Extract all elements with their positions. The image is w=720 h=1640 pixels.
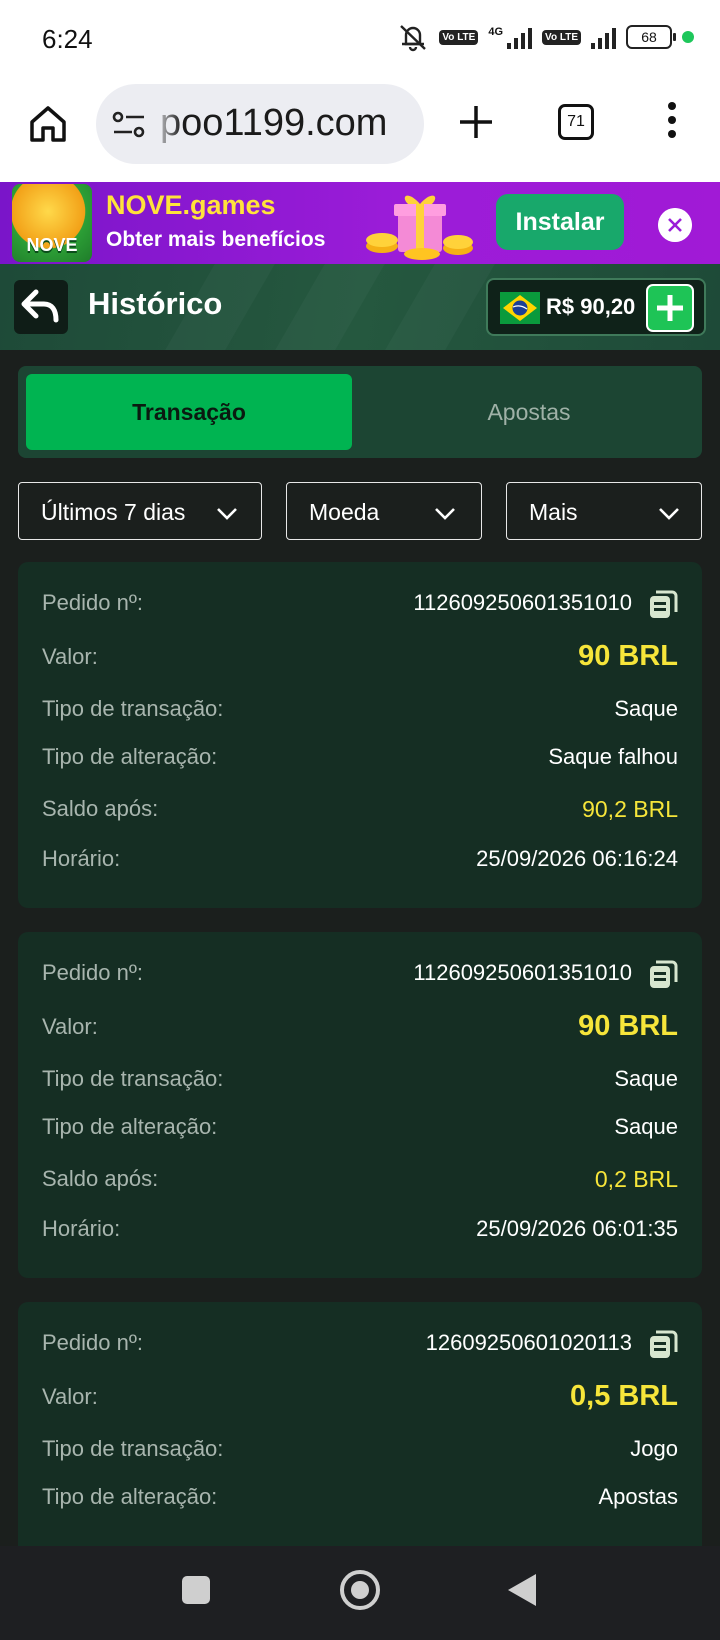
more-filter[interactable]: Mais xyxy=(506,482,702,540)
gift-coins-icon xyxy=(366,195,473,260)
period-filter[interactable]: Últimos 7 dias xyxy=(18,482,262,540)
value-row: Valor: 90 BRL xyxy=(42,640,678,672)
transaction-time: 25/09/2026 06:01:35 xyxy=(476,1216,678,1241)
change-type: Saque xyxy=(614,1114,678,1139)
transaction-type-row: Tipo de transação: Saque xyxy=(42,1066,678,1091)
brazil-flag-icon xyxy=(500,292,540,324)
back-button[interactable] xyxy=(14,280,68,334)
more-menu-icon[interactable] xyxy=(664,102,680,146)
status-bar: 6:24 Vo LTE 4G Vo LTE 68 xyxy=(0,0,720,80)
system-nav-bar xyxy=(0,1546,720,1640)
browser-toolbar: poo1199.com 71 xyxy=(0,80,720,182)
close-banner-icon[interactable] xyxy=(658,208,692,242)
transaction-type-row: Tipo de transação: Saque xyxy=(42,696,678,721)
transaction-type: Jogo xyxy=(630,1436,678,1461)
address-bar[interactable]: poo1199.com xyxy=(96,84,424,164)
order-number: 12609250601020113 xyxy=(425,1330,632,1355)
new-tab-icon[interactable] xyxy=(456,102,496,142)
time-row: Horário: 25/09/2026 06:01:35 xyxy=(42,1216,678,1241)
change-type: Apostas xyxy=(598,1484,679,1509)
plus-icon xyxy=(657,295,683,321)
order-number: 112609250601351010 xyxy=(413,590,632,615)
chevron-down-icon xyxy=(217,508,237,520)
url-text: poo1199.com xyxy=(160,102,388,144)
history-content: Transação Apostas Últimos 7 dias Moeda M… xyxy=(0,350,720,1546)
back-arrow-icon xyxy=(21,289,59,323)
volte-icon: Vo LTE xyxy=(439,29,479,45)
balance-widget: R$ 90,20 xyxy=(486,278,706,336)
tab-apostas[interactable]: Apostas xyxy=(366,374,692,450)
promo-subtitle: Obter mais benefícios xyxy=(106,228,326,251)
balance-after-row: Saldo após: 90,2 BRL xyxy=(42,796,678,822)
status-time: 6:24 xyxy=(42,24,93,54)
page-title: Histórico xyxy=(88,286,223,321)
copy-icon[interactable] xyxy=(648,1328,678,1360)
period-filter-label: Últimos 7 dias xyxy=(41,499,186,525)
recents-icon[interactable] xyxy=(182,1576,210,1604)
value-row: Valor: 0,5 BRL xyxy=(42,1380,678,1412)
status-icons: Vo LTE 4G Vo LTE 68 xyxy=(397,22,694,52)
transaction-value: 90 BRL xyxy=(578,640,678,672)
transaction-value: 90 BRL xyxy=(578,1010,678,1042)
time-row: Horário: 25/09/2026 06:16:24 xyxy=(42,846,678,871)
transaction-type-row: Tipo de transação: Jogo xyxy=(42,1436,678,1461)
nove-games-logo: NOVE xyxy=(12,184,92,262)
balance-amount: R$ 90,20 xyxy=(546,294,636,319)
balance-after: 0,2 BRL xyxy=(594,1166,678,1192)
tab-transacao[interactable]: Transação xyxy=(26,374,352,450)
tab-switcher-button[interactable]: 71 xyxy=(558,104,594,140)
signal-strength-icon xyxy=(507,25,533,49)
privacy-indicator xyxy=(682,31,694,43)
transaction-card: Pedido nº: 112609250601351010 Valor: 90 … xyxy=(18,932,702,1278)
order-row: Pedido nº: 112609250601351010 xyxy=(42,960,678,990)
deposit-button[interactable] xyxy=(646,284,694,332)
transaction-value: 0,5 BRL xyxy=(570,1380,678,1412)
signal-strength-icon-2 xyxy=(591,25,616,49)
volte-icon-2: Vo LTE xyxy=(542,29,581,45)
home-nav-icon[interactable] xyxy=(340,1570,380,1610)
change-type-row: Tipo de alteração: Saque xyxy=(42,1114,678,1139)
order-number: 112609250601351010 xyxy=(413,960,632,985)
transaction-card: Pedido nº: 12609250601020113 Valor: 0,5 … xyxy=(18,1302,702,1546)
transaction-type: Saque xyxy=(614,1066,678,1091)
promo-title: NOVE.games xyxy=(106,190,276,220)
site-settings-icon[interactable] xyxy=(112,110,146,140)
currency-filter[interactable]: Moeda xyxy=(286,482,482,540)
copy-icon[interactable] xyxy=(648,588,678,620)
transaction-card: Pedido nº: 112609250601351010 Valor: 90 … xyxy=(18,562,702,908)
change-type: Saque falhou xyxy=(548,744,678,769)
balance-after: 90,2 BRL xyxy=(582,796,678,822)
chevron-down-icon xyxy=(659,508,679,520)
chevron-down-icon xyxy=(435,508,455,520)
copy-icon[interactable] xyxy=(648,958,678,990)
more-filter-label: Mais xyxy=(529,499,578,525)
install-button[interactable]: Instalar xyxy=(496,194,624,250)
currency-filter-label: Moeda xyxy=(309,499,380,525)
app-header: Histórico R$ 90,20 xyxy=(0,264,720,350)
order-row: Pedido nº: 112609250601351010 xyxy=(42,590,678,620)
transaction-type: Saque xyxy=(614,696,678,721)
history-tabs: Transação Apostas xyxy=(18,366,702,458)
change-type-row: Tipo de alteração: Saque falhou xyxy=(42,744,678,769)
transaction-time: 25/09/2026 06:16:24 xyxy=(476,846,678,871)
home-icon[interactable] xyxy=(26,102,70,146)
install-banner: NOVE NOVE.games Obter mais benefícios In… xyxy=(0,182,720,264)
vibrate-mute-icon xyxy=(400,25,427,52)
network-type: 4G xyxy=(488,26,504,38)
value-row: Valor: 90 BRL xyxy=(42,1010,678,1042)
battery-icon: 68 xyxy=(626,25,676,49)
change-type-row: Tipo de alteração: Apostas xyxy=(42,1484,679,1509)
order-row: Pedido nº: 12609250601020113 xyxy=(42,1330,678,1360)
balance-after-row: Saldo após: 0,2 BRL xyxy=(42,1166,678,1192)
back-nav-icon[interactable] xyxy=(506,1572,538,1608)
